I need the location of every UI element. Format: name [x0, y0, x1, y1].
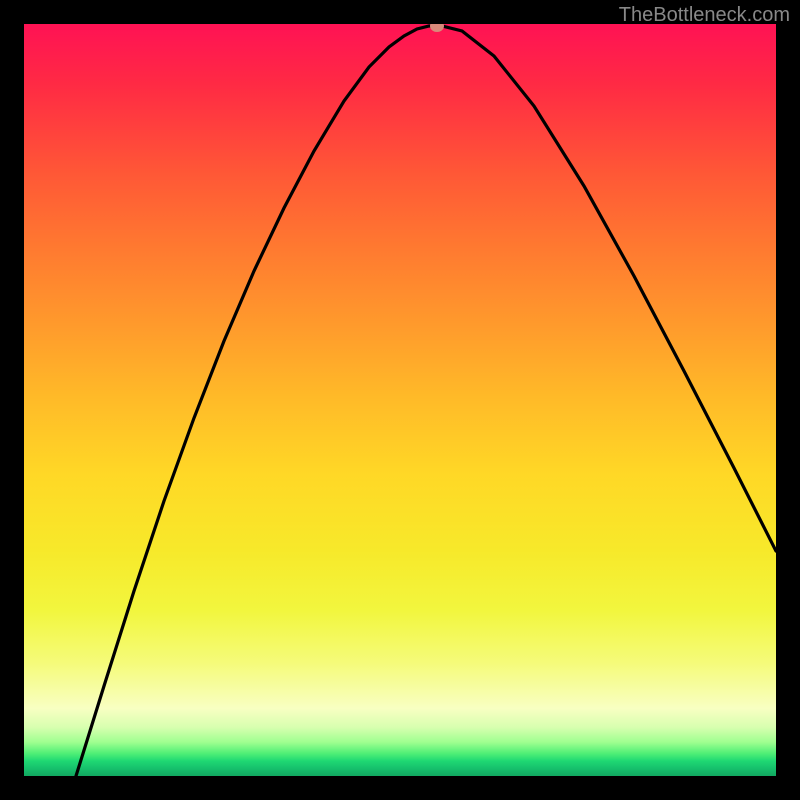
chart-plot-area: [24, 24, 776, 776]
bottleneck-curve: [24, 24, 776, 776]
watermark-text: TheBottleneck.com: [619, 4, 790, 27]
